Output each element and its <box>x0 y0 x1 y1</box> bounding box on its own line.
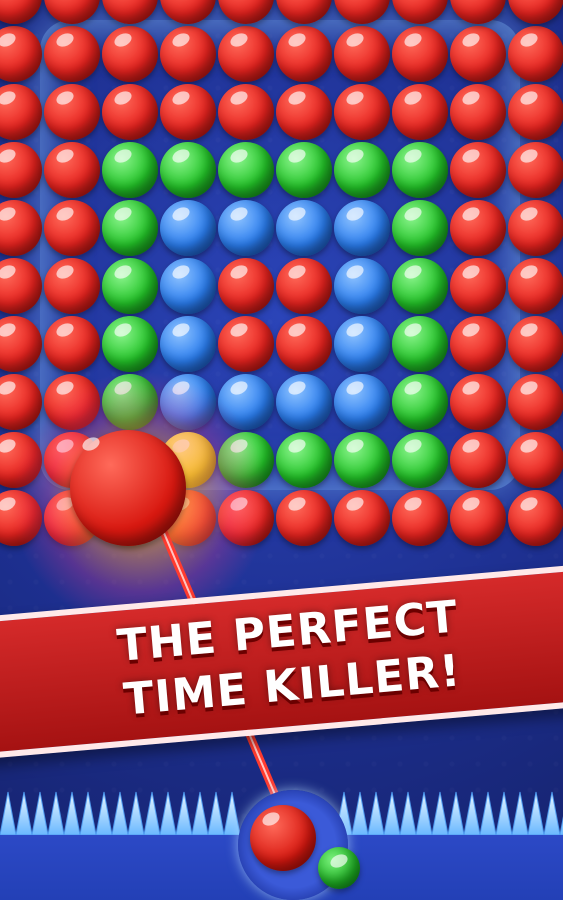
spike <box>223 791 241 835</box>
spike <box>143 791 161 835</box>
spike <box>191 791 209 835</box>
spike <box>0 791 17 835</box>
current-shooter-bubble[interactable] <box>250 805 316 871</box>
spike <box>399 791 417 835</box>
spike <box>31 791 49 835</box>
next-shooter-bubble[interactable] <box>318 847 360 889</box>
spike <box>175 791 193 835</box>
spike <box>79 791 97 835</box>
spike <box>95 791 113 835</box>
spike <box>159 791 177 835</box>
spike <box>47 791 65 835</box>
spike <box>367 791 385 835</box>
game-scene[interactable]: THE PERFECT TIME KILLER! <box>0 0 563 900</box>
spike <box>479 791 497 835</box>
spike <box>127 791 145 835</box>
spike <box>63 791 81 835</box>
spike <box>543 791 561 835</box>
spike <box>415 791 433 835</box>
spike <box>431 791 449 835</box>
spike <box>15 791 33 835</box>
spike <box>447 791 465 835</box>
spike <box>111 791 129 835</box>
spike <box>207 791 225 835</box>
spike <box>351 791 369 835</box>
spike <box>495 791 513 835</box>
spike <box>511 791 529 835</box>
spike <box>383 791 401 835</box>
flying-red-bubble <box>70 430 186 546</box>
spike <box>463 791 481 835</box>
spike <box>527 791 545 835</box>
